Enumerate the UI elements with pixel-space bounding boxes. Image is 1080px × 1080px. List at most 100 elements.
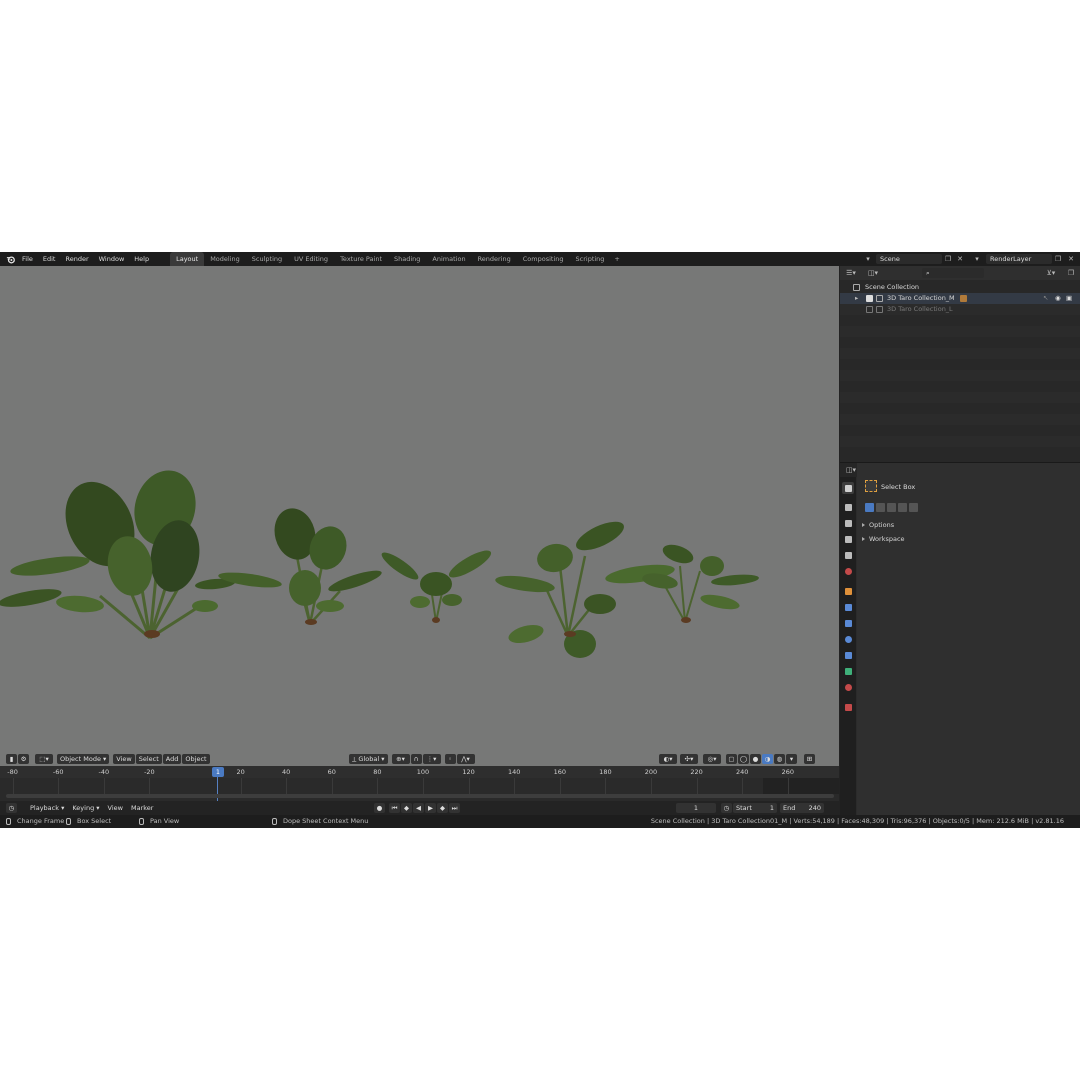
transform-orientation-dropdown[interactable]: ⟂ Global ▾: [349, 754, 388, 764]
menu-render[interactable]: Render: [60, 252, 93, 266]
menu-edit[interactable]: Edit: [38, 252, 61, 266]
mode-intersect-icon[interactable]: [909, 503, 918, 512]
editor-type-icon[interactable]: ⬚▾: [35, 754, 53, 764]
menu-object[interactable]: Object: [182, 754, 210, 764]
rendered-shading-icon[interactable]: ◍: [774, 754, 785, 764]
blender-logo-icon[interactable]: [3, 252, 17, 266]
mode-difference-icon[interactable]: [898, 503, 907, 512]
display-mode-icon[interactable]: ◫▾: [868, 268, 878, 278]
pivot-point-icon[interactable]: ⊕▾: [391, 754, 410, 764]
tab-scripting[interactable]: Scripting: [570, 252, 611, 266]
tab-object-data[interactable]: [842, 665, 854, 677]
falloff-icon[interactable]: ⋀▾: [456, 754, 475, 764]
camera-view-icon[interactable]: ⊞: [804, 754, 815, 764]
tab-scene[interactable]: [842, 549, 854, 561]
current-frame-indicator[interactable]: 1: [212, 767, 224, 777]
menu-select[interactable]: Select: [135, 754, 162, 764]
menu-playback[interactable]: Playback ▾: [26, 801, 68, 815]
expand-arrow-icon[interactable]: ▸: [855, 293, 858, 304]
outliner-editor-icon[interactable]: ☰▾: [846, 268, 856, 278]
current-frame-field[interactable]: 1: [676, 803, 716, 813]
view-layer-selector[interactable]: RenderLayer: [986, 254, 1052, 264]
menu-file[interactable]: File: [17, 252, 38, 266]
properties-editor-icon[interactable]: ◫▾: [846, 465, 856, 475]
timeline-editor-icon[interactable]: ◷: [6, 803, 17, 813]
prev-keyframe-icon[interactable]: ◆: [401, 803, 412, 813]
select-box-tool-icon[interactable]: [865, 480, 877, 492]
bookmark-icon[interactable]: ▮: [6, 754, 17, 764]
xray-icon[interactable]: ▢: [726, 754, 737, 764]
new-collection-icon[interactable]: ❐: [1066, 268, 1076, 278]
object-mode-dropdown[interactable]: Object Mode ▾: [57, 754, 110, 764]
menu-window[interactable]: Window: [94, 252, 130, 266]
snap-target-icon[interactable]: ⋮▾: [422, 754, 441, 764]
solid-shading-icon[interactable]: ●: [750, 754, 761, 764]
snap-icon[interactable]: ∩: [410, 754, 422, 764]
outliner-row-taro-m[interactable]: ▸ 3D Taro Collection_M ↖ ◉ ▣: [840, 293, 1080, 304]
tab-object[interactable]: [842, 585, 854, 597]
tab-output[interactable]: [842, 517, 854, 529]
eye-icon[interactable]: ◉: [1055, 293, 1061, 304]
jump-start-icon[interactable]: ⏮: [389, 803, 400, 813]
start-frame-field[interactable]: Start 1: [733, 803, 777, 813]
tab-view-layer[interactable]: [842, 533, 854, 545]
gizmo-icon[interactable]: ✣▾: [680, 754, 698, 764]
tab-rendering[interactable]: Rendering: [472, 252, 517, 266]
panel-options[interactable]: Options: [857, 519, 1080, 531]
tab-physics[interactable]: [842, 633, 854, 645]
play-icon[interactable]: ▶: [425, 803, 436, 813]
menu-keying[interactable]: Keying ▾: [68, 801, 103, 815]
checkbox-checked-icon[interactable]: [866, 295, 873, 302]
tab-material[interactable]: [842, 681, 854, 693]
mode-extend-icon[interactable]: [876, 503, 885, 512]
shading-options-icon[interactable]: ▾: [786, 754, 797, 764]
view-layer-icon[interactable]: ▾: [972, 254, 982, 264]
render-monitor-icon[interactable]: ▣: [1066, 293, 1072, 304]
proportional-edit-icon[interactable]: ◦: [444, 754, 456, 764]
new-view-layer-icon[interactable]: ❐: [1053, 254, 1063, 264]
timeline[interactable]: -80 -60 -40 -20 20 40 60 80 100 120 140 160 180 200 22…: [0, 766, 839, 801]
settings-gear-icon[interactable]: ⚙: [18, 754, 29, 764]
delete-view-layer-icon[interactable]: ✕: [1066, 254, 1076, 264]
tab-modeling[interactable]: Modeling: [204, 252, 246, 266]
tab-world[interactable]: [842, 565, 854, 577]
tab-constraints[interactable]: [842, 649, 854, 661]
tab-sculpting[interactable]: Sculpting: [246, 252, 288, 266]
properties-editor[interactable]: ◫▾ Select Box Options Workspace: [840, 462, 1080, 816]
selectable-icon[interactable]: ↖: [1043, 293, 1048, 304]
outliner[interactable]: ☰▾ ◫▾ ⌕ ⊻▾ ❐ Scene Collection ▸ 3D Taro …: [840, 266, 1080, 462]
menu-help[interactable]: Help: [129, 252, 154, 266]
menu-timeline-view[interactable]: View: [104, 801, 127, 815]
scene-icon[interactable]: ▾: [863, 254, 873, 264]
mode-subtract-icon[interactable]: [887, 503, 896, 512]
play-reverse-icon[interactable]: ◀: [413, 803, 424, 813]
end-frame-field[interactable]: End 240: [780, 803, 824, 813]
next-keyframe-icon[interactable]: ◆: [437, 803, 448, 813]
preview-range-icon[interactable]: ◷: [721, 803, 732, 813]
panel-workspace[interactable]: Workspace: [857, 533, 1080, 545]
outliner-row-scene-collection[interactable]: Scene Collection: [840, 282, 1080, 293]
mode-new-icon[interactable]: [865, 503, 874, 512]
overlays-icon[interactable]: ◎▾: [703, 754, 721, 764]
tab-render[interactable]: [842, 501, 854, 513]
tab-active-tool[interactable]: [842, 482, 854, 494]
tab-modifiers[interactable]: [842, 601, 854, 613]
menu-marker[interactable]: Marker: [127, 801, 157, 815]
tab-shading[interactable]: Shading: [388, 252, 426, 266]
wireframe-shading-icon[interactable]: ◯: [738, 754, 749, 764]
tab-uv-editing[interactable]: UV Editing: [288, 252, 334, 266]
material-shading-icon[interactable]: ◑: [762, 754, 773, 764]
timeline-scrollbar[interactable]: [6, 794, 834, 798]
delete-scene-icon[interactable]: ✕: [955, 254, 965, 264]
outliner-row-taro-l[interactable]: 3D Taro Collection_L: [840, 304, 1080, 315]
view-object-types-icon[interactable]: ◐▾: [659, 754, 677, 764]
checkbox-unchecked-icon[interactable]: [866, 306, 873, 313]
menu-view[interactable]: View: [113, 754, 135, 764]
tab-particles[interactable]: [842, 617, 854, 629]
jump-end-icon[interactable]: ⏭: [449, 803, 460, 813]
menu-add[interactable]: Add: [162, 754, 182, 764]
tab-texture[interactable]: [842, 701, 854, 713]
record-icon[interactable]: ●: [374, 803, 385, 813]
new-scene-icon[interactable]: ❐: [943, 254, 953, 264]
tab-texture-paint[interactable]: Texture Paint: [334, 252, 388, 266]
